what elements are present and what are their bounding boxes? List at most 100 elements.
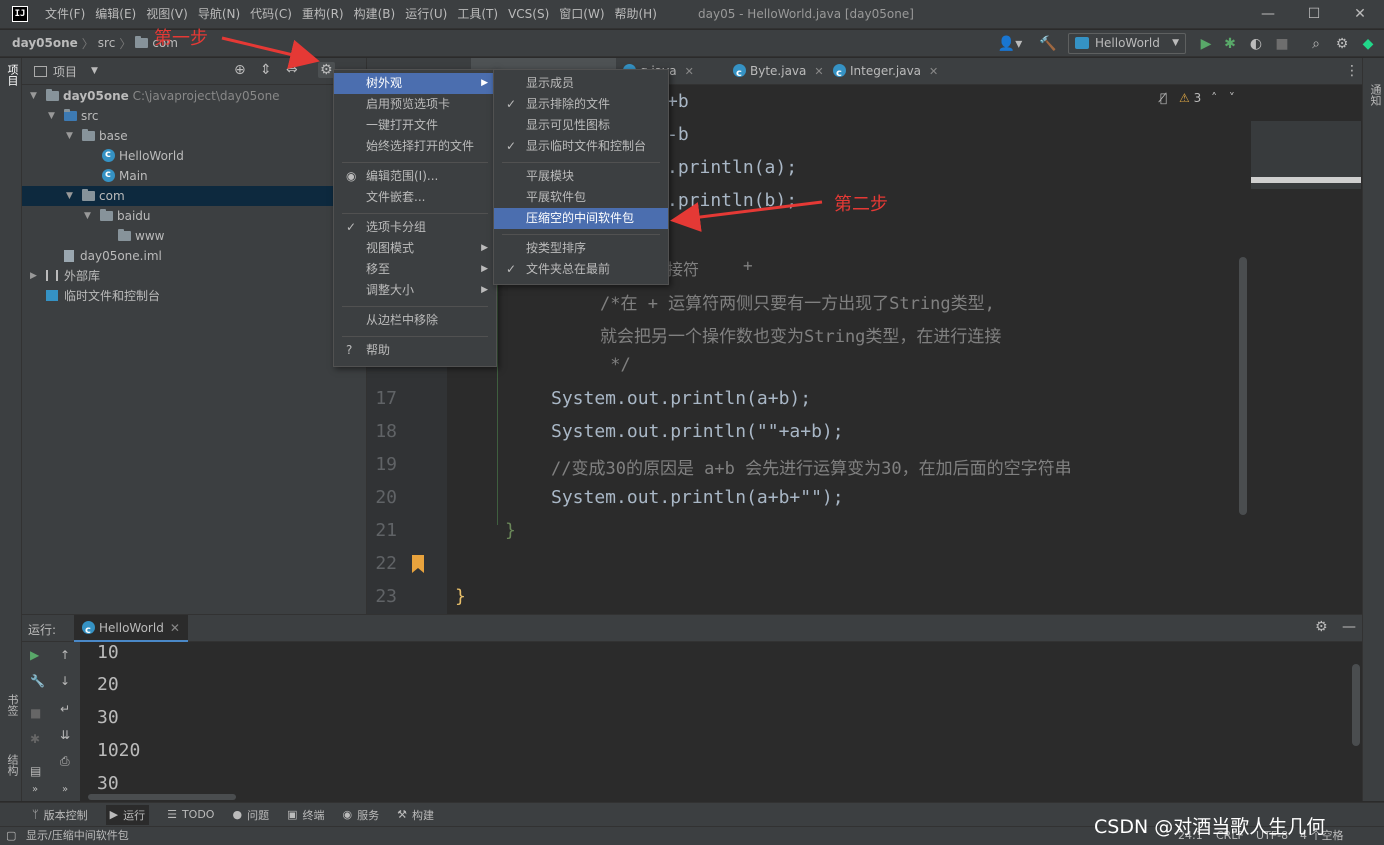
notifications-tool-label[interactable]: 通知 bbox=[1367, 84, 1383, 106]
menu-code[interactable]: 代码(C) bbox=[245, 0, 297, 29]
more-icon[interactable]: » bbox=[62, 784, 68, 795]
menu-item-file-nesting[interactable]: 文件嵌套... bbox=[334, 187, 496, 208]
tool-run[interactable]: ▶ 运行 bbox=[105, 804, 150, 825]
run-icon[interactable]: ▶ bbox=[1196, 34, 1216, 54]
hide-panel-icon[interactable]: — bbox=[1342, 619, 1356, 635]
menu-item-edit-scopes[interactable]: ◉ 编辑范围(I)... bbox=[334, 166, 496, 187]
submenu-item-show-members[interactable]: 显示成员 bbox=[494, 73, 668, 94]
submenu-item-folders-first[interactable]: ✓ 文件夹总在最前 bbox=[494, 259, 668, 280]
rerun-icon[interactable]: ▶ bbox=[30, 648, 39, 662]
submenu-item-flatten-packages[interactable]: 平展软件包 bbox=[494, 187, 668, 208]
search-icon[interactable]: ⌕ bbox=[1306, 34, 1326, 54]
submenu-item-show-visibility-icons[interactable]: 显示可见性图标 bbox=[494, 115, 668, 136]
tool-todo[interactable]: ☰ TODO bbox=[167, 808, 214, 821]
stop-icon[interactable]: ■ bbox=[1272, 34, 1292, 54]
wrench-icon[interactable]: 🔧 bbox=[30, 674, 45, 688]
soft-wrap-icon[interactable]: ↵ bbox=[60, 702, 70, 716]
debug-icon[interactable]: ✱ bbox=[30, 732, 40, 746]
more-tabs-icon[interactable]: ⋮ bbox=[1341, 58, 1359, 85]
menu-item-always-select-opened[interactable]: 始终选择打开的文件 bbox=[334, 136, 496, 157]
tree-item-base[interactable]: ▼ base bbox=[22, 126, 367, 146]
menu-item-open-single-click[interactable]: 一键打开文件 bbox=[334, 115, 496, 136]
menu-vcs[interactable]: VCS(S) bbox=[503, 0, 554, 29]
submenu-item-show-excluded[interactable]: ✓ 显示排除的文件 bbox=[494, 94, 668, 115]
menu-item-move-to[interactable]: 移至 ▶ bbox=[334, 259, 496, 280]
close-icon[interactable]: ✕ bbox=[685, 65, 694, 78]
submenu-item-show-scratches[interactable]: ✓ 显示临时文件和控制台 bbox=[494, 136, 668, 157]
close-icon[interactable]: ✕ bbox=[929, 65, 938, 78]
minimize-button[interactable]: — bbox=[1245, 0, 1291, 29]
more-icon[interactable]: » bbox=[32, 784, 38, 795]
tree-item-src[interactable]: ▼ src bbox=[22, 106, 367, 126]
project-panel-title[interactable]: 项目 bbox=[53, 63, 77, 80]
layout-icon[interactable]: ▤ bbox=[30, 764, 41, 778]
breadcrumb-project[interactable]: day05one bbox=[0, 36, 82, 50]
coverage-icon[interactable]: ◐ bbox=[1246, 34, 1266, 54]
stop-icon[interactable]: ■ bbox=[30, 706, 41, 720]
submenu-item-sort-by-type[interactable]: 按类型排序 bbox=[494, 238, 668, 259]
tab-integer[interactable]: Integer.java ✕ bbox=[829, 58, 938, 87]
run-console[interactable]: ▶ ↑ 🔧 ↓ ■ ↵ ✱ ⇊ ▤ ⎙ » » 10 20 30 1020 30 bbox=[22, 642, 1362, 801]
menu-build[interactable]: 构建(B) bbox=[349, 0, 401, 29]
menu-item-resize[interactable]: 调整大小 ▶ bbox=[334, 280, 496, 301]
menu-item-view-mode[interactable]: 视图模式 ▶ bbox=[334, 238, 496, 259]
settings-gear-icon[interactable]: ⚙ bbox=[1332, 34, 1352, 54]
tree-item-com[interactable]: ▼ com bbox=[22, 186, 367, 206]
maximize-button[interactable]: ☐ bbox=[1291, 0, 1337, 29]
close-icon[interactable]: ✕ bbox=[814, 65, 823, 78]
submenu-item-compact-middle-packages[interactable]: 压缩空的中间软件包 bbox=[494, 208, 668, 229]
expand-all-icon[interactable]: ⇕ bbox=[260, 62, 272, 78]
debug-icon[interactable]: ✱ bbox=[1220, 34, 1240, 54]
tool-build[interactable]: ⚒ 构建 bbox=[397, 807, 434, 823]
menu-item-remove-from-sidebar[interactable]: 从边栏中移除 bbox=[334, 310, 496, 331]
chevron-down-icon[interactable]: ▼ bbox=[91, 66, 98, 76]
console-vscrollbar[interactable] bbox=[1352, 664, 1360, 746]
inspection-widget[interactable]: 👁̸ ⚠ 3 ˄ ˅ bbox=[1160, 91, 1235, 105]
scroll-down-icon[interactable]: ↓ bbox=[60, 674, 70, 688]
tree-item-baidu[interactable]: ▼ baidu bbox=[22, 206, 367, 226]
editor-scrollbar[interactable] bbox=[1239, 257, 1247, 515]
close-icon[interactable]: ✕ bbox=[170, 621, 180, 635]
menu-item-group-tabs[interactable]: ✓ 选项卡分组 bbox=[334, 217, 496, 238]
tool-terminal[interactable]: ▣ 终端 bbox=[287, 807, 324, 823]
structure-tool-label[interactable]: 结构 bbox=[4, 754, 20, 776]
menu-edit[interactable]: 编辑(E) bbox=[90, 0, 141, 29]
menu-window[interactable]: 窗口(W) bbox=[554, 0, 609, 29]
close-window-button[interactable]: ✕ bbox=[1337, 0, 1383, 29]
collapse-all-icon[interactable]: ⇔ bbox=[286, 62, 298, 78]
run-config-selector[interactable]: HelloWorld ▼ bbox=[1068, 33, 1186, 54]
menu-item-tree-appearance[interactable]: 树外观 ▶ bbox=[334, 73, 496, 94]
menu-file[interactable]: 文件(F) bbox=[40, 0, 90, 29]
menu-item-help[interactable]: ? 帮助 bbox=[334, 340, 496, 361]
menu-refactor[interactable]: 重构(R) bbox=[297, 0, 349, 29]
build-hammer-icon[interactable]: 🔨 bbox=[1038, 34, 1058, 54]
tree-item-external-libs[interactable]: ▶ 外部库 bbox=[22, 266, 367, 286]
tool-services[interactable]: ◉ 服务 bbox=[342, 807, 379, 823]
print-icon[interactable]: ⎙ bbox=[60, 754, 70, 769]
settings-gear-icon[interactable]: ⚙ bbox=[1315, 619, 1328, 635]
tree-item-main[interactable]: Main bbox=[22, 165, 367, 186]
scroll-to-end-icon[interactable]: ⇊ bbox=[60, 728, 70, 742]
console-hscrollbar[interactable] bbox=[88, 794, 236, 800]
menu-help[interactable]: 帮助(H) bbox=[610, 0, 662, 29]
locate-file-icon[interactable]: ⊕ bbox=[234, 62, 246, 78]
jetbrains-toolbox-icon[interactable]: ◆ bbox=[1358, 34, 1378, 54]
user-icon[interactable]: 👤▾ bbox=[996, 34, 1024, 54]
tree-root[interactable]: ▼ day05one C:\javaproject\day05one bbox=[22, 86, 367, 106]
menu-item-enable-preview-tab[interactable]: 启用预览选项卡 bbox=[334, 94, 496, 115]
project-tool-label[interactable]: 项目 bbox=[4, 64, 20, 86]
run-tab-helloworld[interactable]: HelloWorld ✕ bbox=[74, 615, 188, 644]
scroll-up-icon[interactable]: ↑ bbox=[60, 648, 70, 662]
tree-item-helloworld[interactable]: HelloWorld bbox=[22, 145, 367, 166]
tree-item-scratches[interactable]: 临时文件和控制台 bbox=[22, 286, 367, 306]
tool-problems[interactable]: ● 问题 bbox=[232, 807, 269, 823]
tab-byte[interactable]: Byte.java ✕ bbox=[729, 58, 824, 87]
submenu-item-flatten-modules[interactable]: 平展模块 bbox=[494, 166, 668, 187]
breadcrumb-src[interactable]: src bbox=[94, 36, 120, 50]
menu-tools[interactable]: 工具(T) bbox=[452, 0, 503, 29]
tool-version-control[interactable]: ᛘ 版本控制 bbox=[32, 807, 88, 823]
tree-item-iml[interactable]: day05one.iml bbox=[22, 246, 367, 266]
bookmarks-tool-label[interactable]: 书签 bbox=[4, 694, 20, 716]
tree-item-www[interactable]: www bbox=[22, 226, 367, 246]
menu-run[interactable]: 运行(U) bbox=[400, 0, 452, 29]
